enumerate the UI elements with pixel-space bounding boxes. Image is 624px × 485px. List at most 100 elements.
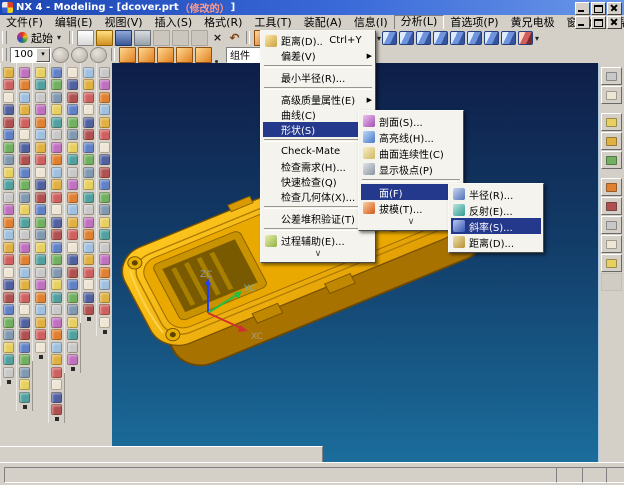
toolbar-more-dot[interactable] [87, 317, 91, 321]
palette-tool-icon[interactable] [67, 67, 78, 78]
palette-tool-icon[interactable] [99, 292, 110, 303]
palette-tool-icon[interactable] [67, 167, 78, 178]
palette-tool-icon[interactable] [83, 267, 94, 278]
palette-tool-icon[interactable] [99, 267, 110, 278]
palette-tool-icon[interactable] [67, 117, 78, 128]
palette-tool-icon[interactable] [83, 117, 94, 128]
palette-tool-icon[interactable] [51, 104, 62, 115]
palette-tool-icon[interactable] [51, 379, 62, 390]
copy-icon[interactable] [172, 30, 189, 46]
palette-tool-icon[interactable] [19, 167, 30, 178]
palette-tool-icon[interactable] [19, 304, 30, 315]
palette-tool-icon[interactable] [19, 367, 30, 378]
layer-settings-icon[interactable] [52, 47, 69, 63]
menu-item-highlight-lines[interactable]: 高亮线(H)... [361, 129, 461, 145]
flower-render-icon[interactable] [601, 254, 622, 272]
menubar-item-11[interactable]: 黄兄电极 [505, 16, 561, 29]
palette-tool-icon[interactable] [3, 204, 14, 215]
palette-tool-icon[interactable] [19, 154, 30, 165]
palette-tool-icon[interactable] [67, 79, 78, 90]
toolbar-more-dot[interactable] [71, 367, 75, 371]
palette-tool-icon[interactable] [3, 229, 14, 240]
menu-item-curve[interactable]: 曲线(C)▶ [263, 107, 373, 122]
palette-tool-icon[interactable] [67, 229, 78, 240]
menu-item-deviation[interactable]: 偏差(V)▶ [263, 48, 373, 63]
palette-tool-icon[interactable] [67, 292, 78, 303]
palette-tool-icon[interactable] [35, 117, 46, 128]
palette-tool-icon[interactable] [35, 142, 46, 153]
layer-category-icon[interactable] [90, 47, 107, 63]
palette-tool-icon[interactable] [99, 217, 110, 228]
layer-combo[interactable]: 100 ▾ [10, 47, 51, 63]
palette-tool-icon[interactable] [67, 342, 78, 353]
palette-tool-icon[interactable] [67, 242, 78, 253]
palette-tool-icon[interactable] [67, 129, 78, 140]
palette-tool-icon[interactable] [99, 254, 110, 265]
snap-center-icon[interactable] [195, 47, 212, 63]
new-part-icon[interactable] [77, 30, 94, 46]
palette-tool-icon[interactable] [67, 254, 78, 265]
palette-tool-icon[interactable] [83, 304, 94, 315]
palette-tool-icon[interactable] [67, 304, 78, 315]
save-icon[interactable] [115, 30, 132, 46]
palette-tool-icon[interactable] [51, 167, 62, 178]
palette-tool-icon[interactable] [3, 129, 14, 140]
palette-tool-icon[interactable] [3, 92, 14, 103]
palette-tool-icon[interactable] [67, 217, 78, 228]
palette-tool-icon[interactable] [35, 279, 46, 290]
wireframe-hidden-view-icon[interactable] [433, 31, 448, 45]
palette-tool-icon[interactable] [35, 179, 46, 190]
palette-tool-icon[interactable] [19, 342, 30, 353]
palette-tool-icon[interactable] [67, 279, 78, 290]
palette-tool-icon[interactable] [3, 254, 14, 265]
palette-tool-icon[interactable] [3, 104, 14, 115]
delete-icon[interactable]: × [210, 31, 225, 45]
palette-tool-icon[interactable] [35, 292, 46, 303]
snapshot-view-icon[interactable] [518, 31, 533, 45]
menu-item-check-mate[interactable]: Check-Mate▶ [263, 144, 373, 159]
palette-tool-icon[interactable] [67, 204, 78, 215]
static-wireframe-view-icon[interactable] [450, 31, 465, 45]
menubar-item-5[interactable]: 格式(R) [198, 16, 248, 29]
menu-item-tolerance-stackup-validation[interactable]: 公差堆积验证(T)... [263, 211, 373, 226]
palette-tool-icon[interactable] [3, 367, 14, 378]
document-minimize-button[interactable] [575, 16, 590, 29]
layer-visible-icon[interactable] [71, 47, 88, 63]
palette-tool-icon[interactable] [99, 129, 110, 140]
palette-tool-icon[interactable] [19, 217, 30, 228]
palette-tool-icon[interactable] [3, 217, 14, 228]
palette-tool-icon[interactable] [51, 92, 62, 103]
palette-tool-icon[interactable] [35, 204, 46, 215]
studio-view-icon[interactable] [467, 31, 482, 45]
shaded-view-icon[interactable] [399, 31, 414, 45]
palette-tool-icon[interactable] [99, 79, 110, 90]
palette-tool-icon[interactable] [51, 354, 62, 365]
palette-tool-icon[interactable] [67, 92, 78, 103]
palette-tool-icon[interactable] [19, 104, 30, 115]
palette-tool-icon[interactable] [35, 304, 46, 315]
pointer-tool-icon[interactable] [601, 132, 622, 150]
palette-tool-icon[interactable] [51, 117, 62, 128]
snap-point-icon[interactable] [119, 47, 136, 63]
document-close-button[interactable] [607, 16, 622, 29]
palette-tool-icon[interactable] [51, 142, 62, 153]
shaded-with-edges-view-icon[interactable] [382, 31, 397, 45]
menubar-item-4[interactable]: 插入(S) [149, 16, 199, 29]
toolbar-more-dot[interactable] [103, 330, 107, 334]
palette-tool-icon[interactable] [3, 167, 14, 178]
palette-tool-icon[interactable] [35, 154, 46, 165]
menu-expand-button[interactable]: ∨ [263, 248, 373, 260]
palette-tool-icon[interactable] [19, 354, 30, 365]
palette-tool-icon[interactable] [51, 367, 62, 378]
palette-tool-icon[interactable] [3, 329, 14, 340]
palette-tool-icon[interactable] [3, 117, 14, 128]
blank-button[interactable] [601, 273, 622, 291]
palette-tool-icon[interactable] [99, 204, 110, 215]
menu-item-face[interactable]: 面(F)▶ [361, 184, 461, 200]
palette-tool-icon[interactable] [19, 79, 30, 90]
palette-tool-icon[interactable] [51, 79, 62, 90]
menubar-item-9[interactable]: 分析(L) [394, 15, 445, 30]
palette-tool-icon[interactable] [3, 342, 14, 353]
clock-icon[interactable] [601, 178, 622, 196]
palette-tool-icon[interactable] [83, 292, 94, 303]
